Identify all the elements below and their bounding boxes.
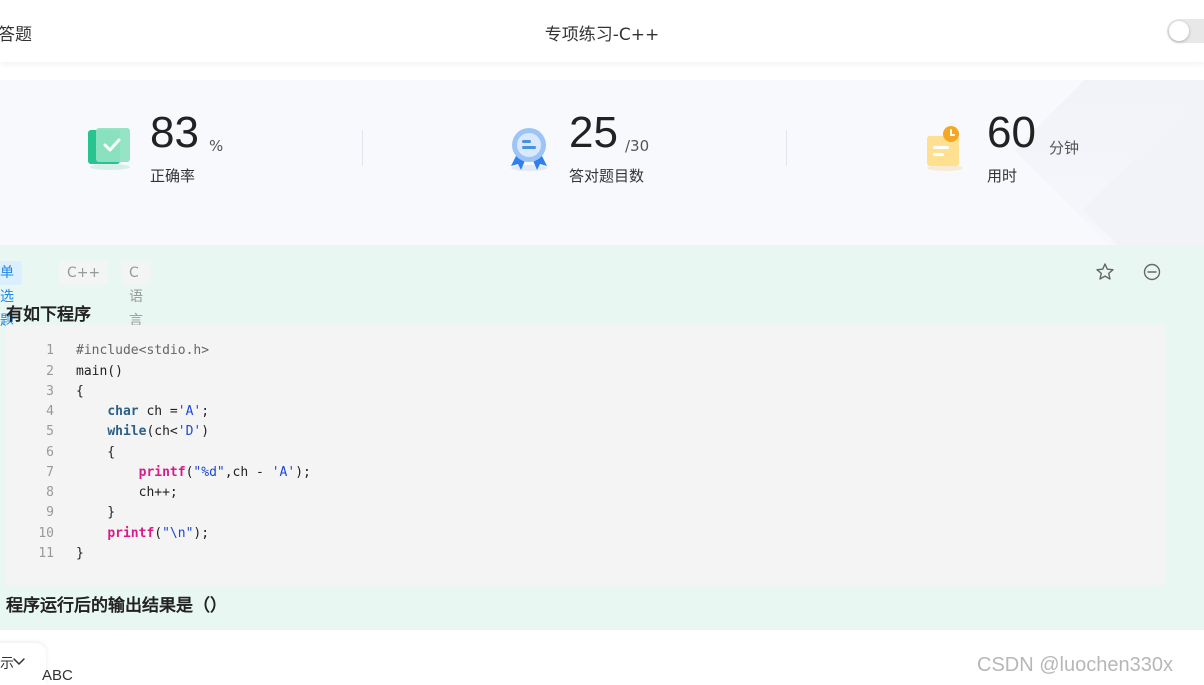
question-type-tag: 单选题 (0, 261, 22, 329)
question-card: 单选题 C++ C语言 有如下程序 1 #include<stdio.h> 2 ma… (0, 245, 1204, 630)
correct-count-total: /30 (625, 137, 650, 155)
correct-count-value: 25 (569, 108, 618, 157)
duration-unit: 分钟 (1049, 139, 1080, 157)
duration-value: 60 (987, 108, 1036, 157)
stat-correct-count: 25 /30 答对题目数 (505, 80, 765, 245)
clock-notes-icon (927, 126, 963, 171)
accuracy-unit: % (209, 137, 224, 155)
duration-label: 用时 (987, 167, 1018, 185)
correct-count-label: 答对题目数 (569, 167, 645, 185)
award-badge-icon (511, 128, 547, 171)
accuracy-label: 正确率 (150, 167, 196, 185)
toggle-knob (1169, 21, 1189, 41)
question-prompt: 程序运行后的输出结果是（） (6, 596, 227, 616)
answer-option[interactable]: ABC (42, 667, 73, 684)
mode-toggle[interactable] (1167, 19, 1204, 43)
question-title: 有如下程序 (6, 305, 91, 325)
watermark: CSDN @luochen330x (977, 654, 1173, 676)
topic-tag: C语言 (121, 261, 151, 329)
stats-divider (786, 130, 787, 166)
code-block: 1 #include<stdio.h> 2 main() 3{ 4 char ch … (6, 325, 1166, 585)
result-stats: 83 % 正确率 25 /30 答对题目数 60 分钟 用时 (0, 80, 1204, 245)
option-dropdown[interactable]: 示 (0, 643, 46, 685)
star-icon[interactable] (1095, 262, 1115, 282)
page-title: 专项练习-C++ (544, 25, 660, 45)
chevron-down-icon (13, 658, 25, 665)
top-header: 答题 专项练习-C++ (0, 0, 1204, 62)
accuracy-value: 83 (150, 108, 199, 157)
stats-divider (362, 130, 363, 166)
topic-tag: C++ (59, 261, 109, 285)
checkbook-icon (88, 128, 130, 170)
stat-duration: 60 分钟 用时 (923, 80, 1183, 245)
stat-accuracy: 83 % 正确率 (86, 80, 346, 245)
remove-icon[interactable] (1142, 262, 1162, 282)
